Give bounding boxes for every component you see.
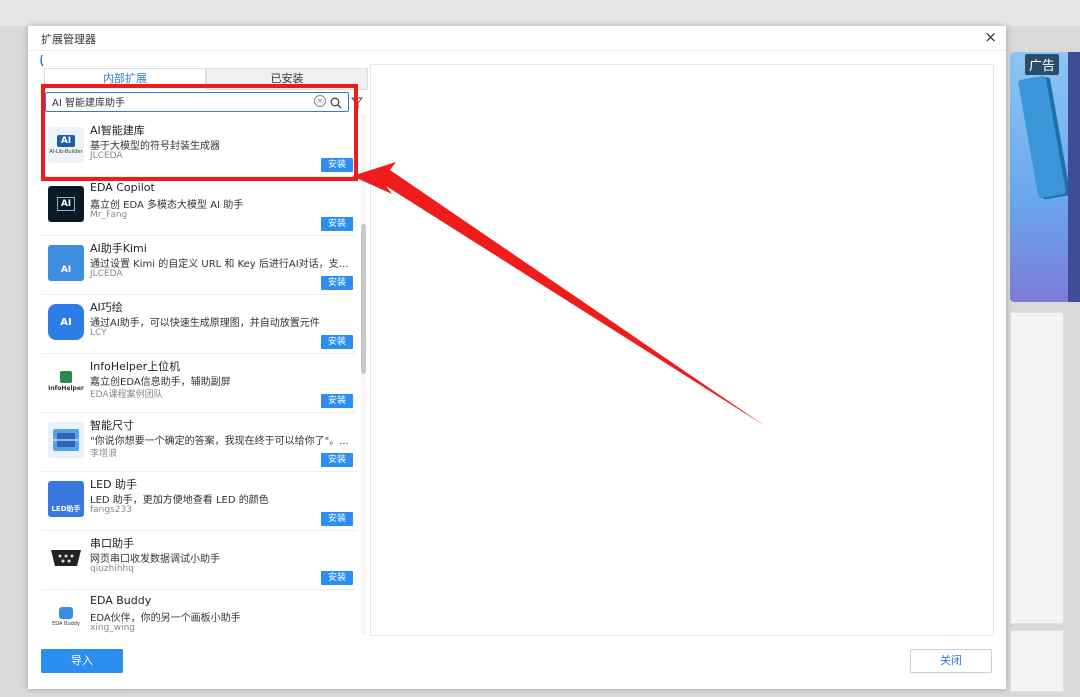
extension-name: EDA Buddy — [90, 594, 152, 607]
extension-description: 嘉立创EDA信息助手，辅助副屏 — [90, 377, 231, 388]
led-helper-icon: LED助手 — [48, 481, 84, 517]
list-item[interactable]: AI AI-Lib-Builder AI智能建库 基于大模型的符号封装生成器 J… — [41, 118, 357, 177]
extension-list-panel: 内部扩展 已安装 × AI AI-Lib-Builder AI智能建库 基于大模… — [40, 54, 368, 635]
list-item[interactable]: AI EDA Copilot 嘉立创 EDA 多模态大模型 AI 助手 Mr_F… — [41, 177, 357, 236]
ai-qiaohui-icon: AI — [48, 304, 84, 340]
extension-description: 嘉立创 EDA 多模态大模型 AI 助手 — [90, 200, 244, 211]
extension-description: 通过设置 Kimi 的自定义 URL 和 Key 后进行AI对话，支持... — [90, 259, 358, 270]
extension-description: 通过AI助手，可以快速生成原理图，并自动放置元件 — [90, 318, 320, 329]
background-toolbar — [0, 0, 1080, 26]
infohelper-icon: InfoHelper — [48, 363, 84, 399]
eda-buddy-icon: EDA Buddy — [48, 599, 84, 635]
list-item[interactable]: AI AI巧绘 通过AI助手，可以快速生成原理图，并自动放置元件 LCY 安装 — [41, 295, 357, 354]
list-item[interactable]: 串口助手 网页串口收发数据调试小助手 qiuzhihhq 安装 — [41, 531, 357, 590]
extension-description: "你说你想要一个确定的答案，我现在终于可以给你了"。... — [90, 436, 349, 447]
background-card — [1010, 312, 1064, 624]
extension-name: 智能尺寸 — [90, 419, 134, 432]
extension-author: fangs233 — [90, 505, 132, 515]
extension-description: EDA伙伴，你的另一个画板小助手 — [90, 613, 241, 624]
ad-side-strip — [1068, 52, 1080, 302]
background-card-lower — [1010, 630, 1064, 692]
install-button[interactable]: 安装 — [321, 453, 353, 467]
list-item[interactable]: LED助手 LED 助手 LED 助手，更加方便地查看 LED 的颜色 fang… — [41, 472, 357, 531]
extension-name: InfoHelper上位机 — [90, 360, 181, 373]
list-scrollbar[interactable] — [361, 114, 366, 634]
extension-author: JLCEDA — [90, 269, 123, 279]
ad-label: 广告 — [1025, 54, 1060, 75]
install-button[interactable]: 安装 — [321, 158, 353, 172]
ai-kimi-icon: AI — [48, 245, 84, 281]
ai-lib-builder-icon: AI AI-Lib-Builder — [48, 127, 84, 163]
extension-description: 基于大模型的符号封装生成器 — [90, 141, 220, 152]
extension-list: AI AI-Lib-Builder AI智能建库 基于大模型的符号封装生成器 J… — [41, 118, 359, 638]
import-button[interactable]: 导入 — [41, 649, 123, 673]
clear-icon[interactable]: × — [314, 95, 326, 107]
eda-copilot-icon: AI — [48, 186, 84, 222]
serial-port-icon — [48, 540, 84, 576]
tab-bar: 内部扩展 已安装 — [44, 68, 368, 90]
chip-icon — [60, 370, 72, 383]
filter-icon[interactable] — [350, 94, 364, 109]
tab-internal-extensions[interactable]: 内部扩展 — [44, 68, 206, 89]
install-button[interactable]: 安装 — [321, 512, 353, 526]
extension-author: Mr_Fang — [90, 210, 128, 220]
extension-name: AI智能建库 — [90, 124, 145, 137]
dialog-title: 扩展管理器 — [41, 33, 96, 46]
extension-description: 网页串口收发数据调试小助手 — [90, 554, 220, 565]
search-box: × — [45, 92, 349, 112]
ad-banner[interactable] — [1010, 52, 1072, 302]
extension-author: JLCEDA — [90, 151, 123, 161]
extension-description: LED 助手，更加方便地查看 LED 的颜色 — [90, 495, 269, 506]
list-item[interactable]: EDA Buddy EDA Buddy EDA伙伴，你的另一个画板小助手 xin… — [41, 590, 357, 638]
dialog-header: 扩展管理器 × — [28, 26, 1006, 51]
list-item[interactable]: 智能尺寸 "你说你想要一个确定的答案，我现在终于可以给你了"。... 李增浪 安… — [41, 413, 357, 472]
smart-dimension-icon — [48, 422, 84, 458]
extension-name: LED 助手 — [90, 478, 138, 491]
tab-installed[interactable]: 已安装 — [206, 68, 368, 90]
extension-name: AI助手Kimi — [90, 242, 147, 255]
extension-name: 串口助手 — [90, 537, 134, 550]
list-item[interactable]: AI AI助手Kimi 通过设置 Kimi 的自定义 URL 和 Key 后进行… — [41, 236, 358, 295]
list-item[interactable]: InfoHelper InfoHelper上位机 嘉立创EDA信息助手，辅助副屏… — [41, 354, 357, 413]
install-button[interactable]: 安装 — [321, 276, 353, 290]
extension-author: 李增浪 — [90, 449, 118, 459]
extension-name: EDA Copilot — [90, 181, 155, 194]
close-icon[interactable]: × — [984, 28, 997, 46]
extension-author: qiuzhihhq — [90, 564, 134, 574]
robot-icon — [59, 607, 73, 619]
extension-author: LCY — [90, 328, 107, 338]
install-button[interactable]: 安装 — [321, 394, 353, 408]
search-input[interactable] — [52, 94, 302, 109]
extension-detail-panel — [370, 64, 994, 636]
scrollbar-thumb[interactable] — [361, 224, 366, 374]
extension-name: AI巧绘 — [90, 301, 123, 314]
install-button[interactable]: 安装 — [321, 217, 353, 231]
install-button[interactable]: 安装 — [321, 571, 353, 585]
extension-author: xing_wing — [90, 623, 136, 633]
search-icon[interactable] — [330, 94, 342, 109]
extension-manager-dialog: 扩展管理器 × 内部扩展 已安装 × AI AI-Lib-Builder — [28, 26, 1006, 689]
close-button[interactable]: 关闭 — [910, 649, 992, 673]
extension-author: EDA课程案例团队 — [90, 390, 163, 400]
install-button[interactable]: 安装 — [321, 335, 353, 349]
